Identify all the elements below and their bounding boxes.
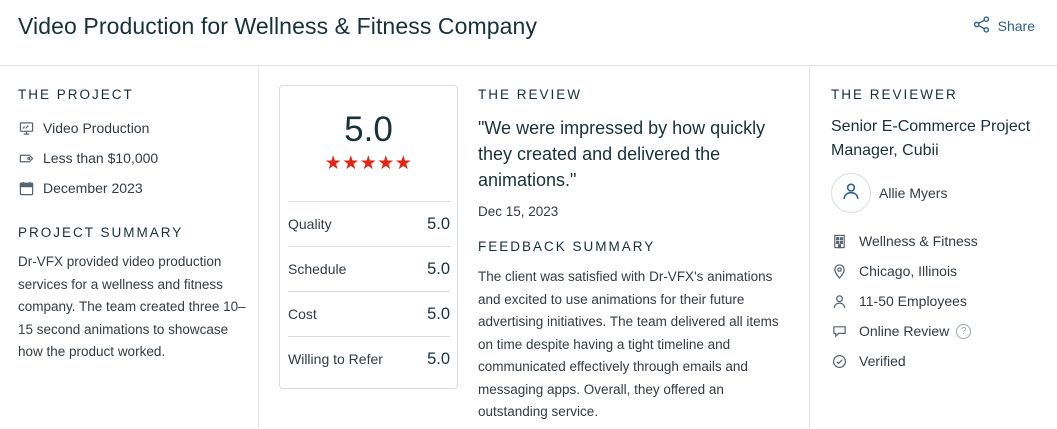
rating-label: Quality [288,216,332,232]
feedback-summary-label: FEEDBACK SUMMARY [478,239,656,254]
rating-value: 5.0 [427,214,450,233]
project-budget: Less than $10,000 [18,143,158,173]
reviewer-identity: Allie Myers [831,173,947,213]
project-date-text: December 2023 [43,180,143,196]
reviewer-section-label: THE REVIEWER [831,87,958,102]
monitor-icon [18,120,34,136]
share-button[interactable]: Share [973,16,1035,36]
chat-bubble-icon [831,323,847,339]
page-header: Video Production for Wellness & Fitness … [0,0,1057,66]
person-icon [831,293,847,309]
rating-row-cost: Cost 5.0 [288,291,450,336]
review-date: Dec 15, 2023 [478,204,559,219]
share-label: Share [997,18,1035,34]
feedback-summary-text: The client was satisfied with Dr-VFX's a… [478,269,779,419]
reviewer-industry-text: Wellness & Fitness [859,233,978,249]
price-tag-icon [18,150,34,166]
reviewer-location-text: Chicago, Illinois [859,263,958,279]
page-title: Video Production for Wellness & Fitness … [18,13,538,39]
calendar-icon [18,180,34,196]
rating-breakdown: Quality 5.0 Schedule 5.0 Cost 5.0 Willin… [288,201,450,381]
project-summary-text: Dr-VFX provided video production service… [18,254,246,359]
help-icon[interactable]: ? [956,323,972,339]
reviewer-industry: Wellness & Fitness [831,226,978,256]
reviewer-details: Wellness & Fitness Chicago, Illinois 11-… [831,226,978,376]
rating-row-willing-to-refer: Willing to Refer 5.0 [288,336,450,381]
reviewer-name: Allie Myers [879,185,948,201]
building-icon [831,233,847,249]
star-rating: ★★★★★ [324,153,413,174]
project-date: December 2023 [18,173,158,203]
rating-value: 5.0 [427,259,450,278]
project-service-text: Video Production [43,120,150,136]
check-circle-icon [831,353,847,369]
rating-row-quality: Quality 5.0 [288,201,450,246]
overall-rating: 5.0 [344,110,393,149]
rating-label: Schedule [288,261,347,277]
reviewer-verified: Verified [831,346,978,376]
project-service: Video Production [18,113,158,143]
rating-row-schedule: Schedule 5.0 [288,246,450,291]
reviewer-company-size-text: 11-50 Employees [859,293,967,309]
reviewer-location: Chicago, Illinois [831,256,978,286]
rating-value: 5.0 [427,349,450,368]
reviewer-column: THE REVIEWER Senior E-Commerce Project M… [810,66,1057,429]
project-budget-text: Less than $10,000 [43,150,159,166]
share-icon [973,16,990,36]
reviewer-title: Senior E-Commerce Project Manager, Cubii [831,118,1031,159]
score-card: 5.0 ★★★★★ Quality 5.0 Schedule 5.0 Cost … [279,85,458,389]
rating-label: Cost [288,306,317,322]
project-meta-list: Video Production Less than $10,000 Decem… [18,113,158,203]
review-section-label: THE REVIEW [478,87,583,102]
project-column: THE PROJECT Video Production Less than $… [0,66,259,429]
rating-value: 5.0 [427,304,450,323]
avatar [831,173,871,213]
project-summary-label: PROJECT SUMMARY [18,225,184,240]
reviewer-company-size: 11-50 Employees [831,286,978,316]
project-section-label: THE PROJECT [18,87,134,102]
reviewer-review-type: Online Review ? [831,316,978,346]
review-column: 5.0 ★★★★★ Quality 5.0 Schedule 5.0 Cost … [259,66,810,429]
reviewer-review-type-text: Online Review [859,323,950,339]
review-quote: "We were impressed by how quickly they c… [478,118,766,190]
user-icon [842,182,860,205]
rating-label: Willing to Refer [288,351,383,367]
reviewer-verified-text: Verified [859,353,906,369]
location-pin-icon [831,263,847,279]
